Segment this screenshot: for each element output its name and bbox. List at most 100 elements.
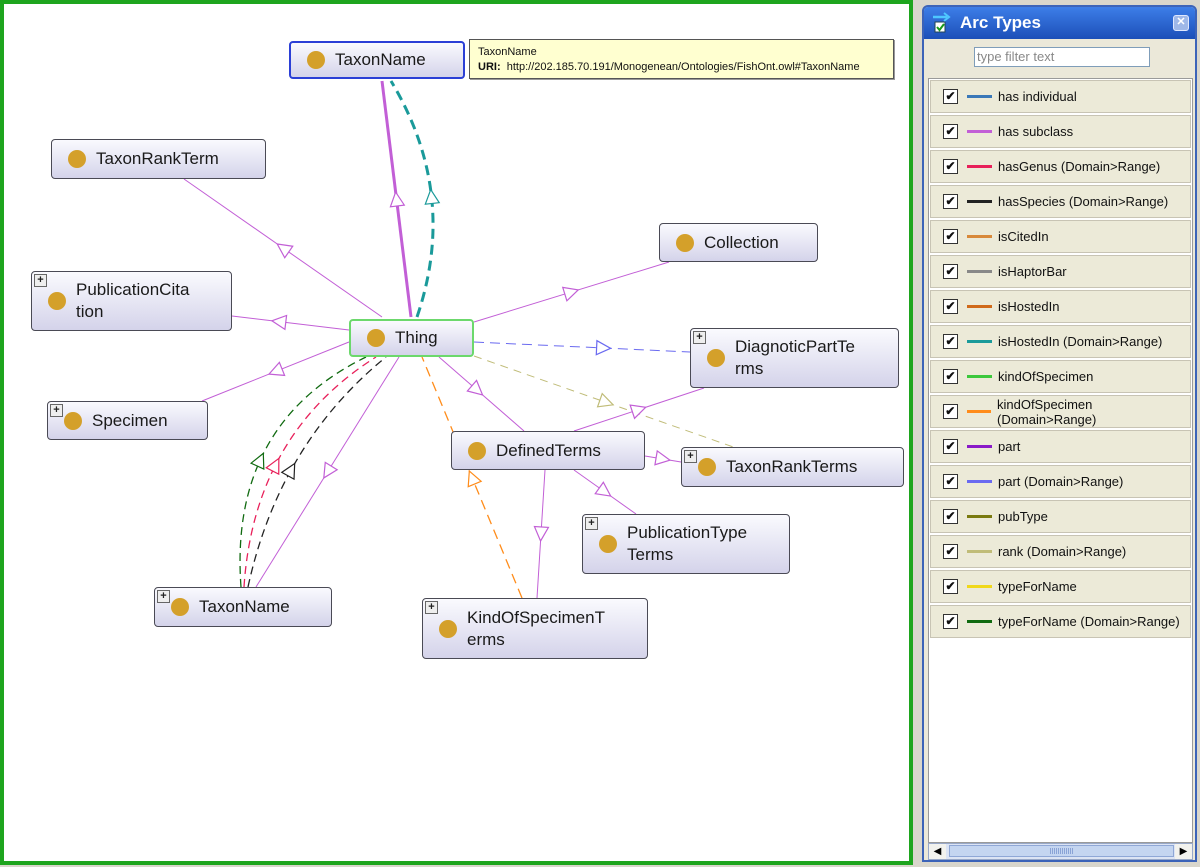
expand-icon[interactable]: + (585, 517, 598, 530)
node-label: Collection (704, 232, 779, 252)
class-icon (707, 349, 725, 367)
arc-type-label: typeForName (998, 579, 1077, 594)
arc-type-label: pubType (998, 509, 1048, 524)
arc-type-row[interactable]: ✔ part (Domain>Range) (930, 465, 1191, 498)
arc-type-row[interactable]: ✔ pubType (930, 500, 1191, 533)
arc-type-row[interactable]: ✔ has individual (930, 80, 1191, 113)
tooltip-uri-label: URI: (478, 61, 501, 73)
arc-type-checkbox[interactable]: ✔ (943, 124, 958, 139)
tooltip-uri: http://202.185.70.191/Monogenean/Ontolog… (506, 61, 860, 73)
class-icon (68, 150, 86, 168)
ontology-graph-canvas[interactable]: TaxonName TaxonRankTerm + PublicationCita ti… (0, 0, 913, 865)
edge-arrowhead (466, 379, 484, 396)
graph-node-publicationtypeterms[interactable]: + PublicationType Terms (582, 514, 790, 574)
arc-type-checkbox[interactable]: ✔ (943, 229, 958, 244)
arc-type-label: isHostedIn (Domain>Range) (998, 334, 1163, 349)
node-label: PublicationCita tion (76, 280, 190, 321)
arc-type-row[interactable]: ✔ hasSpecies (Domain>Range) (930, 185, 1191, 218)
arc-type-row[interactable]: ✔ isHaptorBar (930, 255, 1191, 288)
arc-type-row[interactable]: ✔ typeForName (930, 570, 1191, 603)
arc-type-label: kindOfSpecimen (998, 369, 1094, 384)
close-icon[interactable]: ✕ (1173, 15, 1189, 31)
arc-type-checkbox[interactable]: ✔ (943, 369, 958, 384)
arc-color-swatch (967, 550, 992, 553)
edge-arrowhead (323, 461, 339, 480)
arc-type-checkbox[interactable]: ✔ (943, 579, 958, 594)
arc-type-row[interactable]: ✔ isHostedIn (Domain>Range) (930, 325, 1191, 358)
arc-types-list: ✔ has individual ✔ has subclass ✔ hasGenus (D… (928, 78, 1193, 843)
arc-type-row[interactable]: ✔ kindOfSpecimen (930, 360, 1191, 393)
class-icon (599, 535, 617, 553)
horizontal-scrollbar[interactable]: ◀ ▶ (928, 843, 1193, 860)
arc-type-row[interactable]: ✔ has subclass (930, 115, 1191, 148)
expand-icon[interactable]: + (157, 590, 170, 603)
arc-type-row[interactable]: ✔ isHostedIn (930, 290, 1191, 323)
graph-node-kindofspecimenterms[interactable]: + KindOfSpecimenT erms (422, 598, 648, 659)
edge-arrowhead (424, 188, 441, 205)
arc-type-checkbox[interactable]: ✔ (943, 404, 958, 419)
arc-type-checkbox[interactable]: ✔ (943, 439, 958, 454)
node-tooltip: TaxonName URI: http://202.185.70.191/Mon… (469, 39, 894, 79)
expand-icon[interactable]: + (684, 450, 697, 463)
graph-edge[interactable] (231, 315, 350, 331)
edge-arrowhead (389, 190, 406, 208)
graph-node-collection[interactable]: Collection (659, 223, 818, 262)
graph-node-diagnosticpartterms[interactable]: + DiagnoticPartTe rms (690, 328, 899, 388)
graph-edge[interactable] (473, 341, 691, 353)
arc-type-checkbox[interactable]: ✔ (943, 614, 958, 629)
arc-type-label: isHaptorBar (998, 264, 1067, 279)
node-label: PublicationType Terms (627, 523, 748, 564)
graph-node-taxonname-top[interactable]: TaxonName (289, 41, 465, 79)
expand-icon[interactable]: + (34, 274, 47, 287)
arc-color-swatch (967, 620, 992, 623)
graph-node-taxonname-bottom[interactable]: + TaxonName (154, 587, 332, 627)
node-label: Specimen (92, 410, 168, 430)
edge-arrowhead (467, 469, 483, 488)
node-label: Thing (395, 328, 438, 347)
graph-node-definedterms[interactable]: DefinedTerms (451, 431, 645, 470)
arc-color-swatch (967, 235, 992, 238)
arc-type-checkbox[interactable]: ✔ (943, 264, 958, 279)
expand-icon[interactable]: + (425, 601, 438, 614)
graph-edge[interactable] (243, 356, 377, 588)
class-icon (64, 411, 82, 430)
graph-edge[interactable] (239, 356, 367, 588)
graph-node-taxonrankterms[interactable]: + TaxonRankTerms (681, 447, 904, 487)
arc-type-label: isCitedIn (998, 229, 1049, 244)
arc-type-checkbox[interactable]: ✔ (943, 299, 958, 314)
arc-color-swatch (967, 200, 992, 203)
arc-type-checkbox[interactable]: ✔ (943, 159, 958, 174)
graph-node-taxonrankterm[interactable]: TaxonRankTerm (51, 139, 266, 179)
arc-type-label: kindOfSpecimen (Domain>Range) (996, 396, 1097, 427)
arc-type-label: typeForName (Domain>Range) (998, 614, 1180, 629)
scrollbar-thumb[interactable] (949, 845, 1174, 857)
graph-edge[interactable] (247, 356, 387, 588)
arc-type-row[interactable]: ✔ typeForName (Domain>Range) (930, 605, 1191, 638)
edge-arrowhead (533, 525, 550, 543)
arc-type-row[interactable]: ✔ rank (Domain>Range) (930, 535, 1191, 568)
edge-arrowhead (629, 404, 647, 420)
graph-node-thing[interactable]: Thing (349, 319, 474, 357)
arc-type-checkbox[interactable]: ✔ (943, 544, 958, 559)
expand-icon[interactable]: + (693, 331, 706, 344)
arc-type-row[interactable]: ✔ hasGenus (Domain>Range) (930, 150, 1191, 183)
edge-arrowhead (594, 481, 612, 497)
arc-type-label: part (Domain>Range) (998, 474, 1124, 489)
arc-type-row[interactable]: ✔ part (930, 430, 1191, 463)
arc-type-checkbox[interactable]: ✔ (943, 89, 958, 104)
filter-input[interactable]: type filter text (974, 47, 1150, 67)
graph-node-publicationcitation[interactable]: + PublicationCita tion (31, 271, 232, 331)
expand-icon[interactable]: + (50, 404, 63, 417)
arc-type-checkbox[interactable]: ✔ (943, 334, 958, 349)
arc-type-row[interactable]: ✔ kindOfSpecimen (Domain>Range) (930, 395, 1191, 428)
arc-type-checkbox[interactable]: ✔ (943, 509, 958, 524)
arc-type-row[interactable]: ✔ isCitedIn (930, 220, 1191, 253)
arc-type-checkbox[interactable]: ✔ (943, 474, 958, 489)
scroll-right-icon[interactable]: ▶ (1175, 844, 1192, 859)
arc-color-swatch (967, 130, 992, 133)
arc-color-swatch (967, 340, 992, 343)
panel-title: Arc Types (960, 13, 1041, 32)
scroll-left-icon[interactable]: ◀ (929, 844, 946, 859)
graph-node-specimen[interactable]: + Specimen (47, 401, 208, 440)
arc-type-checkbox[interactable]: ✔ (943, 194, 958, 209)
